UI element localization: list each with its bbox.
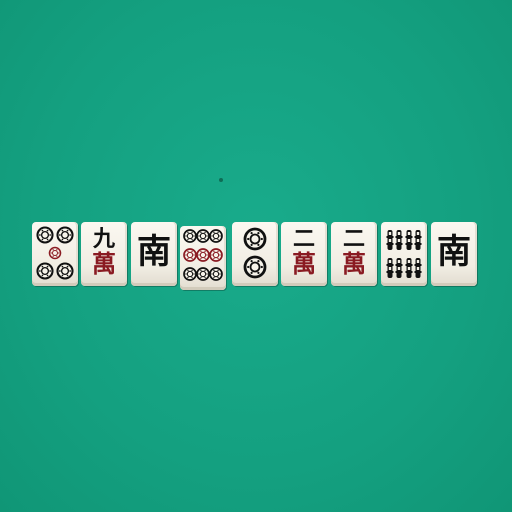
tile-number-glyph: 二 [292,226,315,252]
tile-4-circles[interactable] [32,222,78,286]
eight-bamboo-icon [386,230,422,278]
tile-number-glyph: 二 [342,226,365,252]
tile-9-circles[interactable] [180,226,226,290]
player-hand: 九 萬 南 二 萬 二 萬 南 [0,0,512,512]
tile-2-characters[interactable]: 二 萬 [331,222,377,286]
two-circles-icon [243,227,267,279]
nine-circles-icon [183,229,223,281]
tile-9-characters[interactable]: 九 萬 [81,222,127,286]
tile-wind-glyph: 南 [137,232,171,272]
tile-suit-glyph: 萬 [292,249,316,278]
tile-suit-glyph: 萬 [342,249,366,278]
tile-2-characters[interactable]: 二 萬 [281,222,327,286]
tile-number-glyph: 九 [92,226,115,252]
tile-south-wind[interactable]: 南 [131,222,177,286]
tile-wind-glyph: 南 [437,232,471,272]
tile-8-bamboo[interactable] [381,222,427,286]
tile-2-circles[interactable] [232,222,278,286]
tile-suit-glyph: 萬 [92,249,116,278]
four-circles-icon [36,226,74,280]
tile-south-wind[interactable]: 南 [431,222,477,286]
